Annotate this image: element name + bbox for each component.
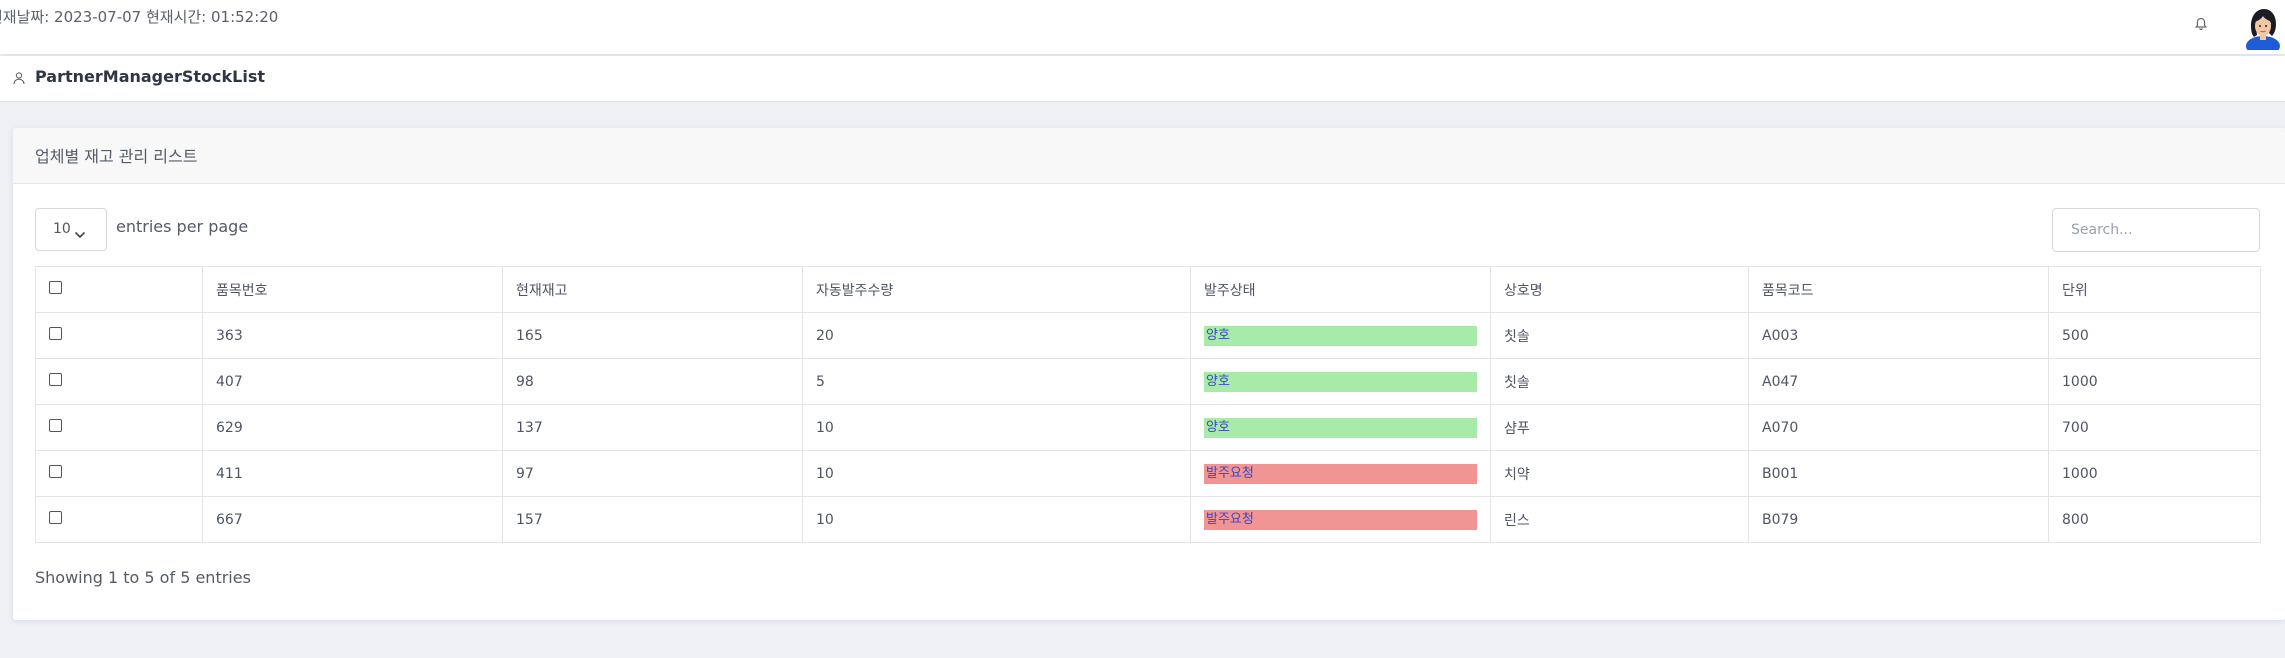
entries-per-page-select[interactable]: 10 — [35, 208, 107, 251]
avatar[interactable] — [2241, 4, 2285, 50]
row-select-cell — [35, 358, 203, 405]
company-name-cell: 린스 — [1490, 496, 1749, 543]
column-header[interactable]: 상호명 — [1490, 266, 1749, 313]
item-code-cell: B079 — [1748, 496, 2049, 543]
row-checkbox[interactable] — [49, 419, 62, 432]
card-title: 업체별 재고 관리 리스트 — [35, 147, 198, 166]
select-all-cell — [35, 266, 203, 313]
table-info: Showing 1 to 5 of 5 entries — [35, 568, 251, 587]
select-all-checkbox[interactable] — [49, 281, 62, 294]
status-badge: 양호 — [1204, 371, 1477, 392]
order-status-cell: 발주요청 — [1190, 450, 1491, 497]
column-header[interactable]: 품목번호 — [202, 266, 503, 313]
per-page-value: 10 — [53, 221, 71, 237]
current-datetime: 현재날짜: 2023-07-07 현재시간: 01:52:20 — [0, 8, 279, 26]
column-header[interactable]: 발주상태 — [1190, 266, 1491, 313]
column-header[interactable]: 단위 — [2048, 266, 2261, 313]
row-checkbox[interactable] — [49, 327, 62, 340]
status-badge: 발주요청 — [1204, 463, 1477, 484]
column-header[interactable]: 품목코드 — [1748, 266, 2049, 313]
current-stock-cell: 157 — [502, 496, 803, 543]
page-title-bar: PartnerManagerStockList — [0, 56, 2285, 102]
table-row: 667 157 10 발주요청 린스 B079 800 — [35, 496, 2261, 543]
current-stock-cell: 137 — [502, 404, 803, 451]
order-status-cell: 양호 — [1190, 404, 1491, 451]
auto-order-qty-cell: 10 — [802, 404, 1191, 451]
row-checkbox[interactable] — [49, 511, 62, 524]
unit-cell: 700 — [2048, 404, 2261, 451]
bell-icon[interactable] — [2193, 16, 2209, 32]
column-header[interactable]: 현재재고 — [502, 266, 803, 313]
table-row: 363 165 20 양호 칫솔 A003 500 — [35, 312, 2261, 359]
order-status-cell: 양호 — [1190, 312, 1491, 359]
item-code-cell: A070 — [1748, 404, 2049, 451]
row-checkbox[interactable] — [49, 373, 62, 386]
search-input[interactable] — [2052, 208, 2260, 252]
current-stock-cell: 97 — [502, 450, 803, 497]
unit-cell: 1000 — [2048, 358, 2261, 405]
row-checkbox[interactable] — [49, 465, 62, 478]
unit-cell: 500 — [2048, 312, 2261, 359]
company-name-cell: 샴푸 — [1490, 404, 1749, 451]
row-select-cell — [35, 450, 203, 497]
row-select-cell — [35, 404, 203, 451]
item-number-cell: 407 — [202, 358, 503, 405]
current-stock-cell: 98 — [502, 358, 803, 405]
per-page-label: entries per page — [116, 217, 249, 236]
status-badge: 양호 — [1204, 417, 1477, 438]
stock-table: 품목번호 현재재고 자동발주수량 발주상태 상호명 품목코드 단위 363 16… — [35, 266, 2261, 543]
row-select-cell — [35, 312, 203, 359]
item-code-cell: B001 — [1748, 450, 2049, 497]
table-row: 411 97 10 발주요청 치약 B001 1000 — [35, 450, 2261, 497]
top-bar: 현재날짜: 2023-07-07 현재시간: 01:52:20 — [0, 0, 2285, 54]
item-number-cell: 667 — [202, 496, 503, 543]
page-title: PartnerManagerStockList — [35, 67, 266, 86]
item-code-cell: A003 — [1748, 312, 2049, 359]
auto-order-qty-cell: 20 — [802, 312, 1191, 359]
current-stock-cell: 165 — [502, 312, 803, 359]
item-number-cell: 363 — [202, 312, 503, 359]
auto-order-qty-cell: 10 — [802, 450, 1191, 497]
stock-list-card: 업체별 재고 관리 리스트 10 entries per page 품목번호 현 — [13, 128, 2285, 620]
company-name-cell: 칫솔 — [1490, 358, 1749, 405]
table-row: 407 98 5 양호 칫솔 A047 1000 — [35, 358, 2261, 405]
item-code-cell: A047 — [1748, 358, 2049, 405]
unit-cell: 1000 — [2048, 450, 2261, 497]
order-status-cell: 양호 — [1190, 358, 1491, 405]
auto-order-qty-cell: 10 — [802, 496, 1191, 543]
item-number-cell: 411 — [202, 450, 503, 497]
status-badge: 발주요청 — [1204, 509, 1477, 530]
user-icon — [12, 70, 26, 85]
table-header-row: 품목번호 현재재고 자동발주수량 발주상태 상호명 품목코드 단위 — [35, 266, 2261, 313]
card-header: 업체별 재고 관리 리스트 — [13, 128, 2285, 184]
company-name-cell: 칫솔 — [1490, 312, 1749, 359]
status-badge: 양호 — [1204, 325, 1477, 346]
auto-order-qty-cell: 5 — [802, 358, 1191, 405]
order-status-cell: 발주요청 — [1190, 496, 1491, 543]
row-select-cell — [35, 496, 203, 543]
company-name-cell: 치약 — [1490, 450, 1749, 497]
chevron-down-icon — [74, 225, 86, 239]
item-number-cell: 629 — [202, 404, 503, 451]
unit-cell: 800 — [2048, 496, 2261, 543]
table-row: 629 137 10 양호 샴푸 A070 700 — [35, 404, 2261, 451]
column-header[interactable]: 자동발주수량 — [802, 266, 1191, 313]
